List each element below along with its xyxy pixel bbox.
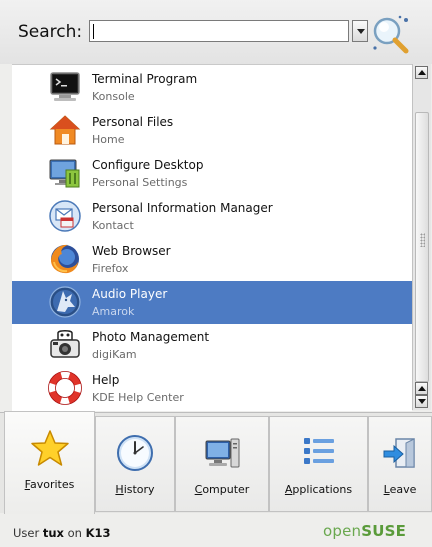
search-label: Search: (18, 22, 83, 42)
list-item-title: Configure Desktop (92, 158, 204, 172)
leave-door-icon (383, 438, 415, 468)
tab-leave[interactable]: Leave (368, 416, 432, 512)
footer-user-info: User tux on K13 (13, 526, 111, 540)
user-name: tux (42, 526, 64, 540)
list-item-subtitle: KDE Help Center (92, 391, 184, 404)
computer-icon (205, 438, 240, 468)
list-item-title: Terminal Program (92, 72, 198, 86)
list-item-subtitle: Amarok (92, 305, 135, 318)
list-item-title: Photo Management (92, 330, 210, 344)
tab-history[interactable]: History (95, 416, 175, 512)
list-item-title: Personal Information Manager (92, 201, 273, 215)
tab-label: History (115, 483, 155, 496)
kontact-icon (49, 200, 81, 232)
list-item-help[interactable]: Help KDE Help Center (12, 367, 412, 410)
list-item-subtitle: Firefox (92, 262, 129, 275)
list-item-personal-files[interactable]: Personal Files Home (12, 109, 412, 152)
scroll-down-button[interactable] (415, 395, 428, 408)
list-item-web-browser[interactable]: Web Browser Firefox (12, 238, 412, 281)
list-item-audio-player[interactable]: Audio Player Amarok (12, 281, 412, 324)
list-item-configure-desktop[interactable]: Configure Desktop Personal Settings (12, 152, 412, 195)
list-item-terminal[interactable]: Terminal Program Konsole (12, 66, 412, 109)
search-input[interactable] (89, 20, 349, 42)
list-item-title: Web Browser (92, 244, 171, 258)
home-folder-icon (49, 115, 81, 145)
terminal-icon (50, 72, 80, 101)
list-item-subtitle: Personal Settings (92, 176, 188, 189)
list-item-title: Personal Files (92, 115, 174, 129)
lifebuoy-help-icon (48, 371, 82, 405)
list-item-subtitle: Kontact (92, 219, 134, 232)
tab-label: Computer (194, 483, 250, 496)
camera-icon (50, 330, 80, 358)
list-item-title: Audio Player (92, 287, 168, 301)
clock-icon (117, 435, 153, 471)
scroll-up-button[interactable] (415, 66, 428, 79)
list-item-subtitle: digiKam (92, 348, 137, 361)
user-prefix: User (13, 526, 40, 540)
host-prefix: on (67, 526, 82, 540)
tab-favorites[interactable]: Favorites (4, 411, 95, 514)
tab-applications[interactable]: Applications (269, 416, 368, 512)
host-name: K13 (85, 526, 111, 540)
favorites-list: Terminal Program Konsole Personal Files … (12, 64, 412, 411)
tab-label: Leave (383, 483, 417, 496)
search-bar: Search: (0, 0, 432, 64)
firefox-icon (51, 244, 79, 274)
tab-label: Applications (284, 483, 353, 496)
scrollbar-thumb[interactable] (415, 112, 429, 382)
magnifier-search-icon[interactable] (370, 14, 414, 54)
text-cursor (93, 24, 94, 39)
list-item-subtitle: Home (92, 133, 125, 146)
launcher-tab-bar: Favorites History Computer Applications … (0, 411, 432, 514)
tab-label: Favorites (24, 478, 75, 491)
desktop-settings-icon (49, 159, 80, 188)
brand-suse: SUSE (361, 522, 407, 540)
scroll-up-button-lower[interactable] (415, 382, 428, 395)
amarok-wolf-icon (49, 286, 81, 318)
list-item-title: Help (92, 373, 120, 387)
list-item-subtitle: Konsole (92, 90, 135, 103)
list-item-pim[interactable]: Personal Information Manager Kontact (12, 195, 412, 238)
list-item-photo-management[interactable]: Photo Management digiKam (12, 324, 412, 367)
brand-open: open (323, 522, 362, 540)
search-history-dropdown-button[interactable] (352, 20, 368, 42)
scrollbar-grip (420, 233, 425, 247)
list-scrollbar[interactable] (412, 64, 431, 410)
tab-computer[interactable]: Computer (175, 416, 269, 512)
applications-list-icon (303, 438, 334, 464)
opensuse-logo: openSUSE (323, 522, 406, 540)
star-icon (30, 430, 69, 466)
